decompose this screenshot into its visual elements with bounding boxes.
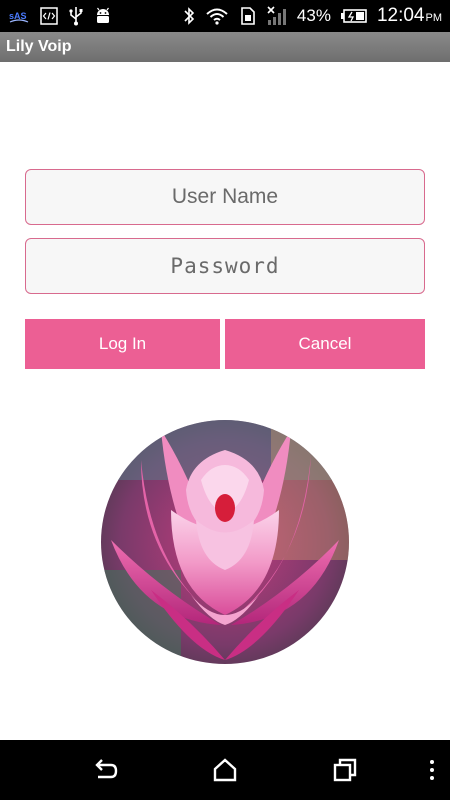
app-title: Lily Voip — [6, 38, 72, 55]
home-button[interactable] — [211, 756, 239, 784]
status-bar-right: 43% 12:04 PM — [183, 5, 442, 27]
signal-icon — [267, 6, 287, 26]
home-icon — [213, 758, 237, 782]
sim-icon — [239, 6, 257, 26]
sas-app-icon: sAS — [8, 6, 30, 26]
login-button[interactable]: Log In — [25, 319, 220, 369]
wifi-icon — [205, 6, 229, 26]
status-bar: sAS 43% 12:04 PM — [0, 0, 450, 32]
navigation-bar — [0, 740, 450, 800]
battery-percent: 43% — [296, 6, 331, 25]
lotus-flower-image — [101, 420, 349, 664]
clock: 12:04 PM — [377, 5, 442, 27]
action-bar: Lily Voip — [0, 32, 450, 62]
back-icon — [95, 759, 118, 779]
usb-icon — [68, 6, 84, 26]
overflow-menu-button[interactable] — [418, 756, 446, 784]
status-bar-left: sAS — [8, 6, 112, 26]
android-icon — [94, 6, 112, 26]
cancel-button[interactable]: Cancel — [225, 319, 425, 369]
bluetooth-icon — [183, 6, 195, 26]
recent-apps-icon — [333, 758, 357, 782]
password-input[interactable] — [25, 238, 425, 294]
battery-icon — [340, 6, 367, 26]
overflow-menu-icon — [430, 760, 434, 780]
clock-time: 12:04 — [376, 5, 425, 26]
username-input[interactable] — [25, 169, 425, 225]
clock-ampm: PM — [425, 12, 443, 24]
back-button[interactable] — [91, 756, 119, 784]
recent-apps-button[interactable] — [331, 756, 359, 784]
code-icon — [40, 6, 58, 26]
